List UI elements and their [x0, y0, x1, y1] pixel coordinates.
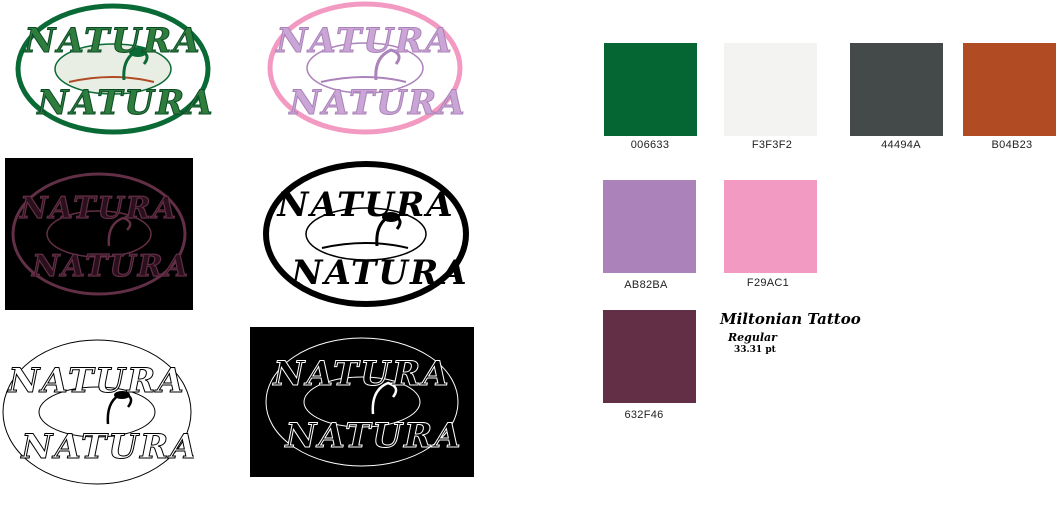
- font-style-label: Regular: [728, 331, 777, 344]
- swatch-plum: [603, 310, 696, 403]
- swatch-code: B04B23: [991, 139, 1033, 151]
- logo-inverse-black: NATURA NATURA: [250, 327, 474, 477]
- logo-dark-maroon: NATURA NATURA: [5, 158, 193, 310]
- font-name-label: Miltonian Tattoo: [720, 310, 861, 328]
- logo-wordmark-bottom: NATURA: [31, 249, 190, 284]
- swatch-charcoal: [850, 43, 943, 136]
- logo-wordmark-top: NATURA: [272, 354, 450, 394]
- logo-color-pink: NATURA NATURA: [266, 0, 464, 136]
- logo-wordmark-top: NATURA: [19, 191, 178, 226]
- logo-wordmark-top: NATURA: [7, 361, 185, 401]
- swatch-code: F3F3F2: [751, 139, 793, 151]
- logo-wordmark-bottom: NATURA: [288, 83, 464, 123]
- logo-wordmark-top: NATURA: [275, 21, 453, 61]
- swatch-pink: [724, 180, 817, 273]
- logo-wordmark-bottom: NATURA: [36, 83, 212, 123]
- logo-color-green: NATURA NATURA: [14, 2, 212, 136]
- logo-wordmark-bottom: NATURA: [284, 416, 462, 456]
- logo-wordmark-top: NATURA: [23, 21, 201, 61]
- swatch-code: F29AC1: [746, 277, 790, 289]
- logo-outline-white: NATURA NATURA: [0, 336, 194, 488]
- swatch-lavender: [603, 180, 696, 273]
- logo-black-bold: NATURA NATURA: [262, 160, 470, 308]
- font-size-label: 33.31 pt: [734, 345, 776, 355]
- swatch-code: 006633: [630, 139, 670, 151]
- swatch-code: AB82BA: [624, 279, 668, 291]
- logo-wordmark-bottom: NATURA: [20, 427, 194, 467]
- logo-wordmark-bottom: NATURA: [290, 253, 468, 293]
- swatch-code: 44494A: [881, 139, 921, 151]
- swatch-green: [604, 43, 697, 136]
- swatch-offwhite: [724, 43, 817, 136]
- logo-wordmark-top: NATURA: [276, 185, 454, 225]
- swatch-code: 632F46: [624, 409, 664, 421]
- swatch-rust: [963, 43, 1056, 136]
